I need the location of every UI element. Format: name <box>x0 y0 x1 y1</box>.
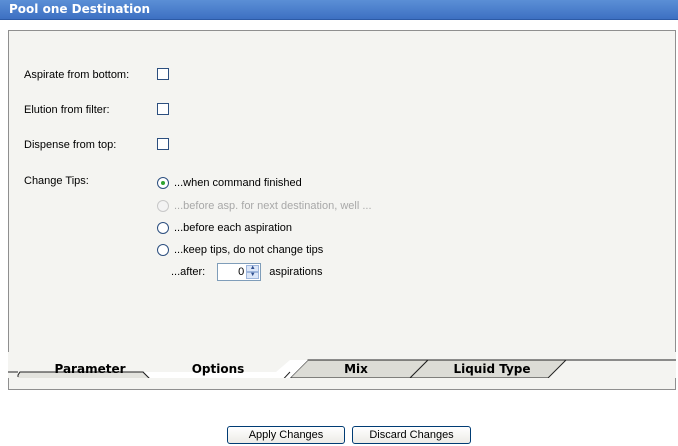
radio-label: ...before asp. for next destination, wel… <box>174 200 372 212</box>
radio-before-each-aspiration[interactable]: ...before each aspiration <box>157 221 292 235</box>
tab-strip: Parameter Options Mix Liquid Type <box>8 352 676 378</box>
radio-before-next-destination: ...before asp. for next destination, wel… <box>157 199 372 213</box>
radio-button[interactable] <box>157 244 169 256</box>
window-title: Pool one Destination <box>9 2 151 16</box>
change-tips-label: Change Tips: <box>24 175 89 187</box>
apply-changes-button[interactable]: Apply Changes <box>227 426 345 444</box>
spin-down-icon[interactable]: ▼ <box>246 272 260 279</box>
spin-up-icon[interactable]: ▲ <box>246 265 260 272</box>
radio-label: ...when command finished <box>174 177 302 189</box>
dispense-from-top-checkbox[interactable] <box>157 138 169 150</box>
aspirate-from-bottom-checkbox[interactable] <box>157 68 169 80</box>
radio-label: ...keep tips, do not change tips <box>174 244 324 256</box>
radio-when-command-finished[interactable]: ...when command finished <box>157 176 302 190</box>
radio-button-disabled <box>157 200 169 212</box>
aspirate-from-bottom-label: Aspirate from bottom: <box>24 69 130 81</box>
tab-options[interactable]: Options <box>178 362 258 376</box>
elution-from-filter-checkbox[interactable] <box>157 103 169 115</box>
tab-parameter[interactable]: Parameter <box>50 362 130 376</box>
radio-label: ...before each aspiration <box>174 222 293 234</box>
aspirations-count-value[interactable]: 0 <box>238 266 244 278</box>
aspirations-unit-label: aspirations <box>269 266 323 278</box>
elution-from-filter-label: Elution from filter: <box>24 104 110 116</box>
radio-keep-tips[interactable]: ...keep tips, do not change tips <box>157 243 323 257</box>
radio-button[interactable] <box>157 222 169 234</box>
tab-mix[interactable]: Mix <box>326 362 386 376</box>
radio-button-selected[interactable] <box>157 177 169 189</box>
tab-liquid-type[interactable]: Liquid Type <box>442 362 542 376</box>
after-label: ...after: <box>171 266 206 278</box>
discard-changes-button[interactable]: Discard Changes <box>352 426 471 444</box>
after-aspirations-row: ...after: 0 ▲ ▼ aspirations <box>171 263 322 281</box>
aspirations-count-stepper[interactable]: 0 ▲ ▼ <box>217 263 262 281</box>
title-bar: Pool one Destination <box>0 0 678 20</box>
dispense-from-top-label: Dispense from top: <box>24 139 117 151</box>
